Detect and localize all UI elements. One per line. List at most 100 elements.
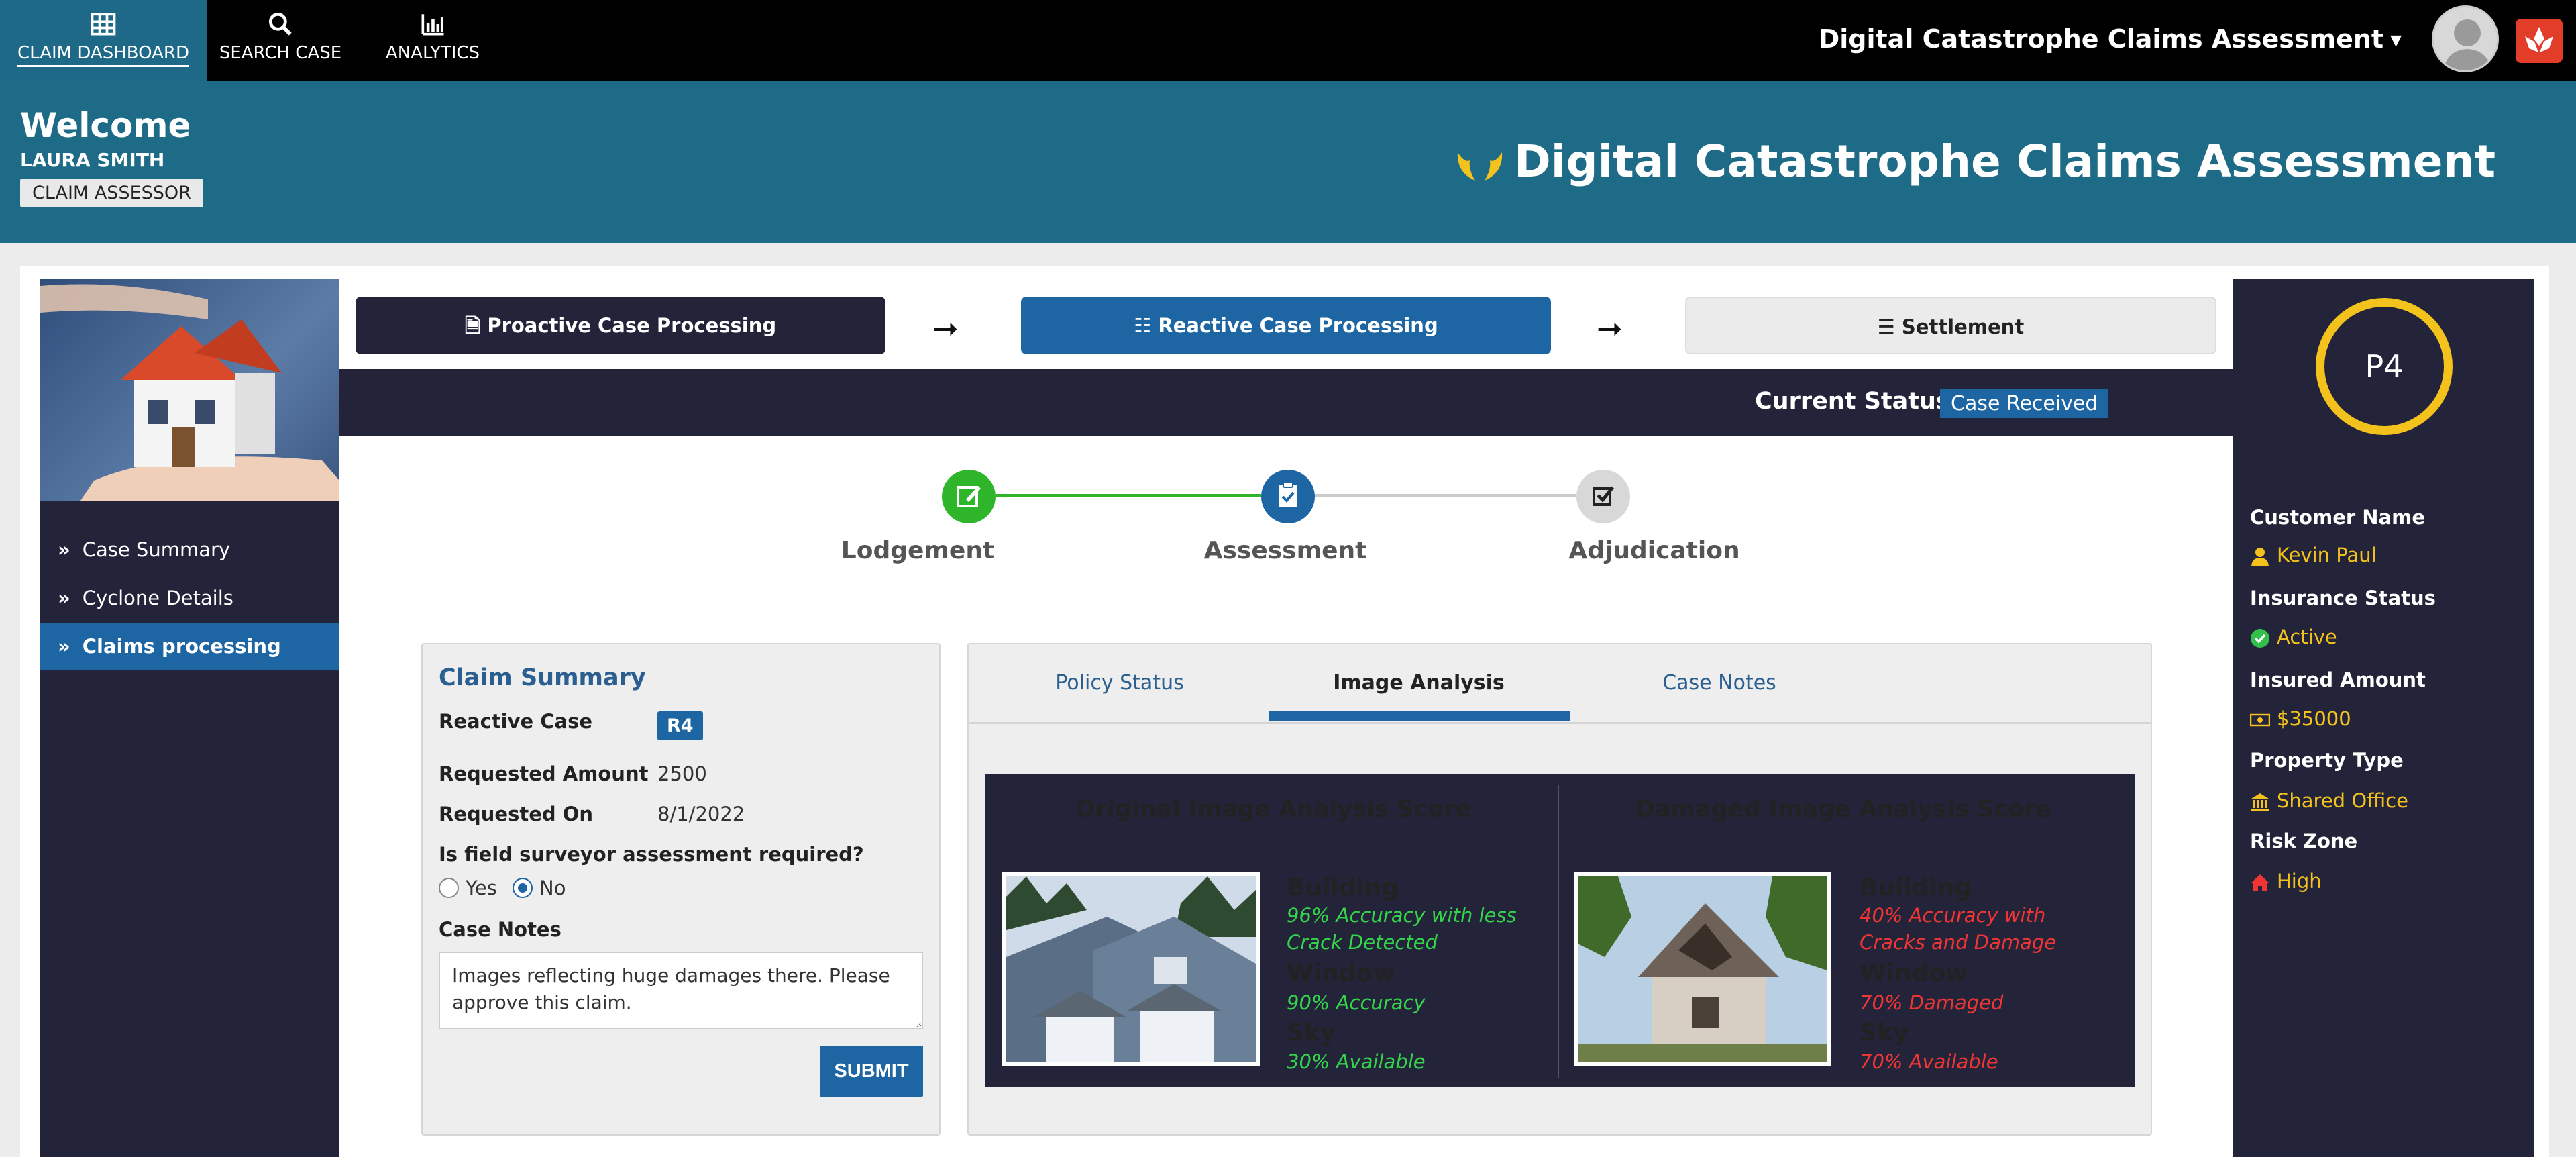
tab-bar-divider: [969, 722, 2151, 724]
step-reactive-case-processing[interactable]: ☷ Reactive Case Processing: [1021, 297, 1551, 354]
requested-on-label: Requested On: [439, 803, 594, 825]
app-menu-label: Digital Catastrophe Claims Assessment: [1818, 24, 2384, 54]
app-menu-dropdown[interactable]: Digital Catastrophe Claims Assessment ▼: [1819, 24, 2402, 54]
arrow-right-icon: ➞: [1597, 310, 1623, 346]
nav-search-case[interactable]: SEARCH CASE: [213, 0, 347, 81]
active-tab-indicator: [1269, 711, 1570, 721]
claim-summary-title: Claim Summary: [439, 664, 646, 691]
damaged-score-heading: Damaged Image Analysis Score: [1635, 796, 2052, 823]
sidebar-item-label: Case Summary: [82, 538, 231, 561]
sidebar-item-claims-processing[interactable]: » Claims processing: [40, 623, 339, 670]
case-notes-label: Case Notes: [439, 918, 561, 941]
reactive-case-label: Reactive Case: [439, 710, 593, 733]
brand-logo-icon: [2516, 19, 2563, 63]
timeline-node-assessment: [1261, 470, 1315, 523]
clipboard-check-icon: [1279, 481, 1297, 507]
requested-amount-label: Requested Amount: [439, 762, 649, 785]
money-icon: [2250, 713, 2270, 727]
sidebar-item-case-summary[interactable]: » Case Summary: [40, 526, 339, 573]
sidebar-item-label: Claims processing: [82, 635, 281, 658]
header-banner: Welcome LAURA SMITH CLAIM ASSESSOR Digit…: [0, 81, 2576, 243]
timeline-label-lodgement: Lodgement: [841, 537, 995, 564]
surveyor-question: Is field surveyor assessment required?: [439, 843, 864, 866]
original-window-label: Window: [1287, 960, 1395, 987]
double-chevron-right-icon: »: [58, 538, 70, 561]
status-badge: Case Received: [1940, 389, 2109, 418]
arrow-right-icon: ➞: [932, 310, 959, 346]
timeline-node-adjudication: [1576, 470, 1630, 523]
step-settlement[interactable]: ☰ Settlement: [1685, 297, 2216, 354]
nav-label: ANALYTICS: [385, 43, 480, 63]
submit-button[interactable]: SUBMIT: [820, 1046, 923, 1097]
double-chevron-right-icon: »: [58, 587, 70, 609]
timeline-connector-done: [996, 494, 1261, 497]
search-icon: [268, 12, 292, 36]
original-building-value: 96% Accuracy with less Crack Detected: [1287, 904, 1517, 954]
damaged-house-image: [1574, 872, 1831, 1066]
timeline-connector-pending: [1315, 494, 1576, 497]
document-icon: 🗎: [464, 314, 488, 337]
step-proactive-case-processing[interactable]: 🗎 Proactive Case Processing: [356, 297, 885, 354]
tab-image-analysis[interactable]: Image Analysis: [1269, 671, 1568, 695]
risk-zone-value: High: [2250, 870, 2322, 893]
original-sky-label: Sky: [1287, 1019, 1336, 1046]
page-title: Digital Catastrophe Claims Assessment: [1455, 136, 2496, 187]
edit-icon: [957, 486, 981, 507]
damaged-window-label: Window: [1860, 960, 1968, 987]
case-notes-textarea[interactable]: [439, 952, 923, 1029]
sidebar-item-cyclone-details[interactable]: » Cyclone Details: [40, 574, 339, 621]
customer-name-value: Kevin Paul: [2250, 544, 2377, 566]
tab-case-notes[interactable]: Case Notes: [1570, 671, 1869, 695]
insured-amount-label: Insured Amount: [2250, 668, 2426, 691]
avatar[interactable]: [2432, 5, 2499, 72]
timeline-label-adjudication: Adjudication: [1568, 537, 1740, 564]
original-building-label: Building: [1287, 874, 1399, 901]
property-type-value: Shared Office: [2250, 789, 2408, 812]
step-label: Reactive Case Processing: [1158, 314, 1438, 337]
checkbox-checked-icon: [1593, 486, 1614, 506]
damaged-building-value: 40% Accuracy with Cracks and Damage: [1860, 904, 2057, 954]
user-silhouette-icon: [2443, 19, 2491, 70]
damaged-sky-value: 70% Available: [1860, 1050, 1998, 1073]
damaged-window-value: 70% Damaged: [1860, 991, 2004, 1014]
institution-icon: [2251, 793, 2269, 811]
hands-logo-icon: [1457, 152, 1503, 181]
timeline-label-assessment: Assessment: [1203, 537, 1367, 564]
tab-policy-status[interactable]: Policy Status: [970, 671, 1269, 695]
nav-label: CLAIM DASHBOARD: [17, 43, 190, 67]
column-divider: [1558, 785, 1559, 1078]
bar-chart-icon: [421, 14, 444, 36]
damaged-sky-label: Sky: [1860, 1019, 1909, 1046]
radio-yes[interactable]: [439, 878, 459, 898]
requested-amount-value: 2500: [657, 762, 707, 785]
check-circle-icon: [2251, 629, 2269, 648]
step-label: Proactive Case Processing: [487, 314, 777, 337]
requested-on-value: 8/1/2022: [657, 803, 745, 825]
property-type-label: Property Type: [2250, 749, 2404, 772]
checklist-icon: ☷: [1134, 314, 1159, 337]
sidebar-item-label: Cyclone Details: [82, 587, 233, 609]
house-in-hand-image: [40, 279, 339, 501]
dashboard-icon: [91, 13, 116, 36]
user-icon: [2251, 548, 2269, 566]
step-label: Settlement: [1901, 315, 2025, 338]
insurance-status-value: Active: [2250, 625, 2337, 648]
nav-analytics[interactable]: ANALYTICS: [362, 0, 503, 81]
timeline-node-lodgement: [942, 470, 996, 523]
top-navbar: CLAIM DASHBOARD SEARCH CASE ANALYTICS Di…: [0, 0, 2576, 81]
priority-badge: P4: [2316, 298, 2453, 435]
role-badge: CLAIM ASSESSOR: [20, 179, 203, 207]
radio-no[interactable]: [513, 878, 533, 898]
risk-zone-label: Risk Zone: [2250, 829, 2358, 852]
customer-name-label: Customer Name: [2250, 506, 2425, 529]
original-house-image: [1002, 872, 1260, 1066]
user-name: LAURA SMITH: [20, 149, 165, 171]
nav-label: SEARCH CASE: [219, 43, 342, 63]
case-id-badge: R4: [657, 711, 703, 740]
welcome-heading: Welcome: [20, 106, 191, 145]
damaged-building-label: Building: [1860, 874, 1972, 901]
status-bar: Current Status Case Received: [339, 369, 2233, 436]
nav-claim-dashboard[interactable]: CLAIM DASHBOARD: [0, 0, 207, 81]
caret-down-icon: ▼: [2390, 32, 2402, 49]
home-icon: [2251, 874, 2269, 891]
